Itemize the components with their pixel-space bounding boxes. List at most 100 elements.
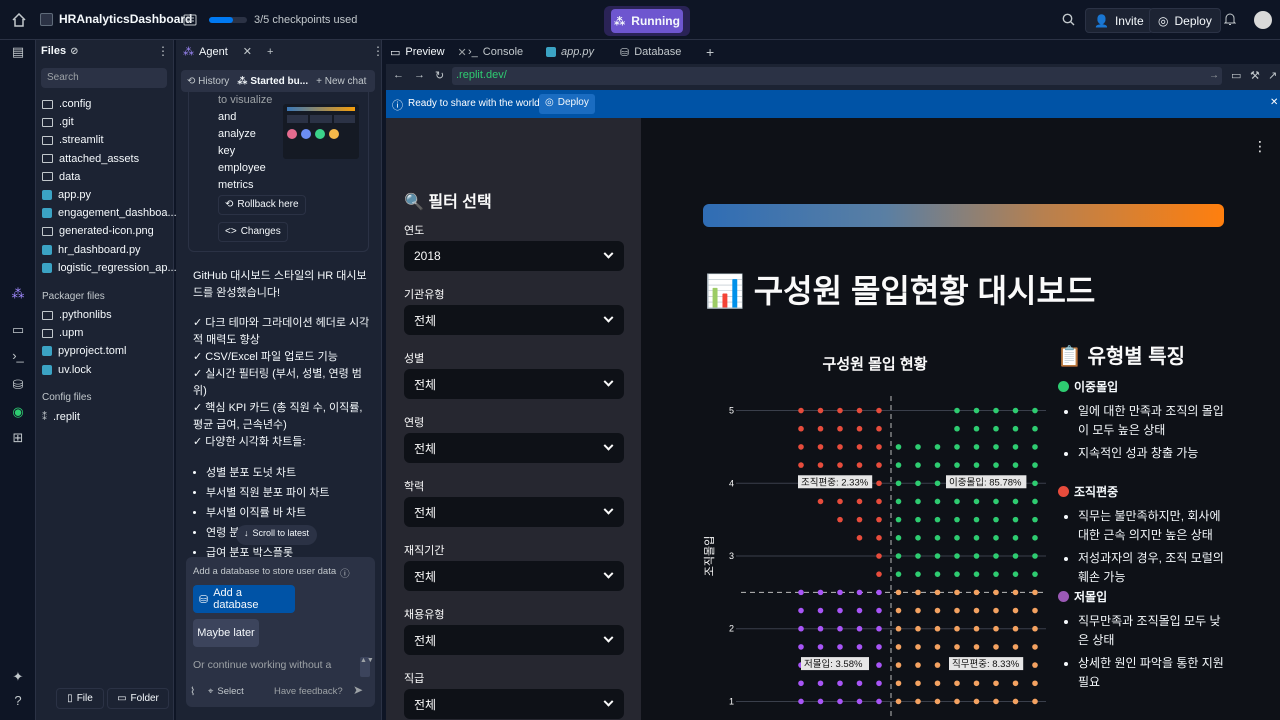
tab-console[interactable]: ›_ Console [468, 40, 523, 64]
rollback-button[interactable]: ⟲ Rollback here [218, 195, 306, 215]
filter-select[interactable]: 전체 [404, 433, 624, 463]
data-point [1032, 571, 1038, 577]
filter-select[interactable]: 전체 [404, 305, 624, 335]
snippet-line: to visualize [218, 94, 273, 106]
filter-select[interactable]: 전체 [404, 497, 624, 527]
bullet-item: 성별 분포 도넛 차트 [206, 463, 368, 483]
agent-menu-icon[interactable]: ⋮ [372, 44, 384, 58]
feedback-link[interactable]: Have feedback? [274, 686, 343, 697]
chat-scroll-stepper[interactable]: ▲▼ [360, 657, 374, 677]
file-item[interactable]: engagement_dashboa... [42, 204, 177, 222]
data-point [915, 516, 921, 523]
console-icon[interactable]: ›_ [10, 348, 26, 364]
info-icon[interactable]: ⓘ [340, 566, 350, 580]
go-icon[interactable]: → [1209, 70, 1219, 81]
packager-item[interactable]: pyproject.toml [42, 342, 126, 360]
sparkle-icon[interactable]: ✦ [10, 669, 26, 685]
data-point [876, 480, 882, 487]
dashboard-thumbnail[interactable] [283, 104, 359, 159]
search-icon[interactable] [1062, 13, 1075, 26]
tab-database[interactable]: ⛁ Database [620, 40, 681, 64]
send-icon[interactable]: ➤ [353, 683, 363, 697]
close-icon[interactable]: ✕ [243, 45, 252, 58]
bell-icon[interactable] [1224, 13, 1236, 26]
file-plus-icon: ▯ [67, 693, 73, 704]
files-icon[interactable]: ▤ [10, 44, 26, 60]
chat-input[interactable]: Or continue working without a [193, 659, 353, 671]
files-menu-icon[interactable]: ⋮ [157, 44, 169, 58]
data-point [876, 589, 882, 596]
file-replit[interactable]: ⁑ .replit [42, 408, 80, 426]
attach-icon[interactable]: ⌇ [190, 685, 195, 698]
new-folder-button[interactable]: ▭ Folder [107, 688, 169, 709]
filter-select[interactable]: 전체 [404, 625, 624, 655]
database-icon[interactable]: ⛁ [10, 377, 26, 393]
file-item[interactable]: generated-icon.png [42, 222, 154, 240]
forward-icon[interactable]: → [414, 69, 425, 81]
data-point [895, 571, 902, 577]
file-item[interactable]: .git [42, 113, 74, 131]
invite-button[interactable]: 👤 Invite [1085, 8, 1153, 33]
main-menu-icon[interactable]: ⋮ [1253, 138, 1267, 155]
tab-preview[interactable]: ▭ Preview ✕ [390, 40, 467, 64]
reload-icon[interactable]: ↻ [435, 69, 444, 82]
url-input[interactable]: .replit.dev/ [452, 67, 1222, 85]
filter-select[interactable]: 전체 [404, 561, 624, 591]
scroll-latest-button[interactable]: ↓ Scroll to latest [236, 525, 318, 545]
maybe-later-button[interactable]: Maybe later [193, 619, 259, 647]
packager-item[interactable]: uv.lock [42, 361, 91, 379]
agent-icon[interactable]: ⁂ [10, 286, 26, 302]
new-file-button[interactable]: ▯ File [56, 688, 104, 709]
deploy-button[interactable]: ◎ Deploy [1149, 8, 1221, 33]
file-item[interactable]: hr_dashboard.py [42, 241, 141, 259]
files-search-input[interactable]: Search [41, 68, 167, 88]
home-icon[interactable] [12, 13, 26, 27]
filter-label: 학력 [404, 481, 425, 493]
filter-value: 2018 [414, 249, 441, 263]
tab-app-py[interactable]: app.py [546, 40, 594, 64]
help-icon[interactable]: ? [10, 693, 26, 709]
file-item[interactable]: .config [42, 95, 91, 113]
add-database-button[interactable]: ⛁ Add a database [193, 585, 295, 613]
add-tab-icon[interactable]: + [267, 46, 273, 58]
data-point [895, 662, 902, 668]
select-button[interactable]: ⌖ Select [208, 686, 244, 697]
devices-icon[interactable]: ▭ [1231, 69, 1241, 82]
file-item[interactable]: logistic_regression_ap... [42, 259, 177, 277]
data-point [837, 607, 843, 614]
wrench-icon[interactable]: ⚒ [1250, 69, 1260, 82]
file-item[interactable]: .streamlit [42, 131, 104, 149]
file-item[interactable]: app.py [42, 186, 91, 204]
checkpoint-icon[interactable] [183, 13, 197, 27]
packager-item[interactable]: .pythonlibs [42, 306, 112, 324]
project-name[interactable]: HRAnalyticsDashboard [40, 12, 192, 26]
packager-item[interactable]: .upm [42, 324, 83, 342]
apps-icon[interactable]: ⊞ [10, 430, 26, 446]
filter-select[interactable]: 전체 [404, 369, 624, 399]
preview-icon[interactable]: ▭ [10, 322, 26, 338]
history-button[interactable]: ⟲ History [187, 76, 229, 87]
filter-select[interactable]: 2018 [404, 241, 624, 271]
avatar[interactable] [1254, 11, 1272, 29]
close-tab-icon[interactable]: ✕ [458, 46, 467, 59]
running-button[interactable]: ⁂ Running [611, 9, 683, 33]
snippet-line: key [218, 145, 236, 157]
type-name: 조직편중 [1074, 485, 1119, 499]
back-icon[interactable]: ← [393, 69, 404, 81]
file-icon [42, 226, 53, 236]
new-chat-button[interactable]: + New chat [316, 76, 366, 87]
data-point [876, 662, 882, 668]
deploy-rail-icon[interactable]: ◉ [10, 404, 26, 420]
external-link-icon[interactable]: ↗ [1268, 69, 1277, 82]
close-banner-icon[interactable]: ✕ [1270, 97, 1278, 108]
data-point [954, 607, 960, 614]
file-item[interactable]: attached_assets [42, 150, 139, 168]
filter-select[interactable]: 전체 [404, 689, 624, 719]
started-chat-tab[interactable]: ⁂ Started bu... [237, 76, 308, 87]
data-point [876, 644, 882, 650]
add-tab-button[interactable]: + [706, 40, 714, 64]
agent-tab[interactable]: ⁂ Agent ✕ + [183, 45, 273, 59]
banner-deploy-button[interactable]: ◎ Deploy [539, 94, 595, 114]
file-item[interactable]: data [42, 168, 80, 186]
changes-button[interactable]: <> Changes [218, 222, 288, 242]
